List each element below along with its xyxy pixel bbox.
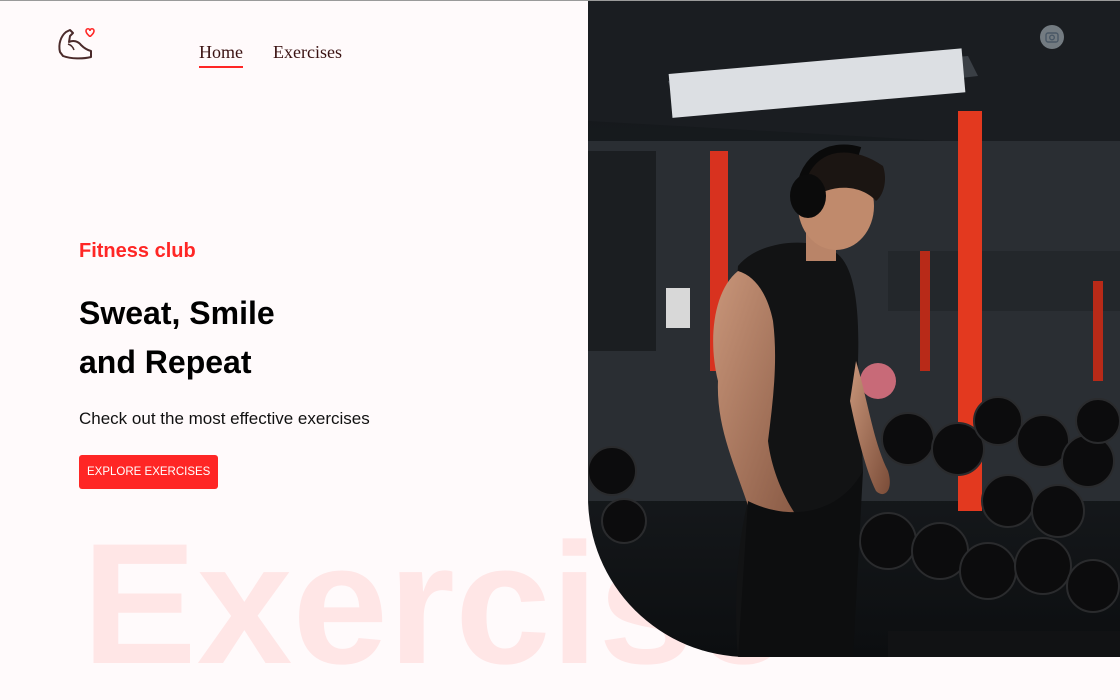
hero-kicker: Fitness club (79, 240, 196, 262)
explore-exercises-button[interactable]: EXPLORE EXERCISES (79, 455, 219, 489)
hero-banner-image (588, 1, 1120, 657)
hero-section: Fitness club Sweat, Smile and Repeat Che… (79, 240, 370, 489)
main-nav: Home Exercises (199, 42, 342, 68)
camera-icon[interactable] (1040, 25, 1064, 49)
nav-home-link[interactable]: Home (199, 42, 243, 68)
logo-icon[interactable] (55, 24, 95, 64)
hero-subtext: Check out the most effective exercises (79, 409, 370, 428)
headline-line-2: and Repeat (79, 344, 252, 380)
headline-line-1: Sweat, Smile (79, 295, 275, 331)
nav-exercises-link[interactable]: Exercises (273, 42, 342, 68)
hero-headline: Sweat, Smile and Repeat (79, 289, 370, 387)
